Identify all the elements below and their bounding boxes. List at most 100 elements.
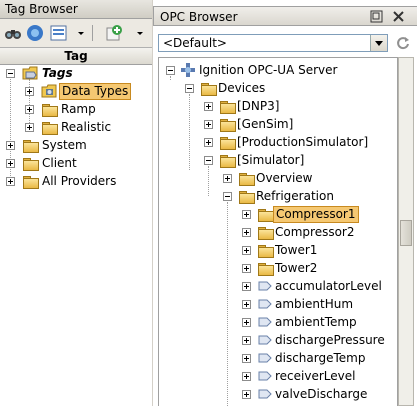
opc-browser-titlebar: OPC Browser (153, 6, 417, 26)
opc-tree-label: Ignition OPC-UA Server (199, 63, 338, 77)
opc-tree-label: Devices (218, 81, 266, 95)
expand-icon[interactable] (242, 372, 251, 381)
opc-tree-item-dnp3[interactable]: [DNP3] (159, 98, 397, 116)
opc-tree-item-dischargepressure[interactable]: dischargePressure (159, 332, 397, 350)
folder-icon (220, 101, 236, 114)
expand-icon[interactable] (25, 105, 34, 114)
tag-browser-titlebar: Tag Browser (0, 0, 152, 19)
folder-icon (42, 104, 58, 117)
tag-browser-toolbar (0, 19, 152, 48)
tag-browser-panel: Tag Browser Tag Tags Data Types Ramp Rea… (0, 0, 153, 406)
opc-tree-item-gensim[interactable]: [GenSim] (159, 116, 397, 134)
opc-tree-item-dischargetemp[interactable]: dischargeTemp (159, 350, 397, 368)
opc-tree-label: valveDischarge (275, 387, 368, 401)
chevron-down-icon[interactable] (76, 23, 86, 43)
opc-tree-item-compressor2[interactable]: Compressor2 (159, 224, 397, 242)
server-select[interactable]: <Default> (158, 34, 388, 52)
tag-icon (258, 353, 272, 363)
expand-icon[interactable] (25, 87, 34, 96)
folder-icon (23, 140, 39, 153)
tag-tree-label: Tags (42, 66, 73, 80)
expand-icon[interactable] (242, 210, 251, 219)
opc-tree-label: Refrigeration (256, 189, 334, 203)
close-icon[interactable] (392, 10, 405, 23)
collapse-icon[interactable] (185, 84, 194, 93)
expand-icon[interactable] (242, 354, 251, 363)
expand-icon[interactable] (242, 264, 251, 273)
tag-tree-item-system[interactable]: System (0, 137, 152, 155)
opc-tree-item-compressor1[interactable]: Compressor1 (159, 206, 397, 224)
tag-tree: Tags Data Types Ramp Realistic System Cl… (0, 65, 152, 406)
folder-icon (23, 176, 39, 189)
expand-icon[interactable] (25, 123, 34, 132)
collapse-icon[interactable] (6, 69, 15, 78)
opc-tree-item-accumulatorlevel[interactable]: accumulatorLevel (159, 278, 397, 296)
collapse-icon[interactable] (204, 156, 213, 165)
tag-browser-title: Tag Browser (5, 2, 78, 16)
tag-icon (258, 335, 272, 345)
scrollbar-thumb[interactable] (400, 220, 412, 246)
opc-tree-item-ambienttemp[interactable]: ambientTemp (159, 314, 397, 332)
opc-tree-item-receiverlevel[interactable]: receiverLevel (159, 368, 397, 386)
collapse-icon[interactable] (166, 66, 175, 75)
tag-tree-label: Realistic (61, 120, 112, 134)
opc-tree-label: Compressor2 (275, 225, 355, 239)
tag-tree-label: Client (42, 156, 77, 170)
opc-tree-item-refrigeration[interactable]: Refrigeration (159, 188, 397, 206)
server-icon (181, 63, 195, 77)
dropdown-button[interactable] (370, 35, 387, 51)
tag-tree-item-ramp[interactable]: Ramp (0, 101, 152, 119)
expand-icon[interactable] (204, 120, 213, 129)
tag-column-header[interactable]: Tag (0, 48, 152, 65)
opc-tree-scrollbar[interactable] (398, 57, 414, 406)
expand-icon[interactable] (6, 141, 15, 150)
tag-tree-item-tags[interactable]: Tags (0, 65, 152, 83)
opc-tree-label: Tower2 (275, 261, 318, 275)
binoculars-icon[interactable] (3, 23, 23, 43)
opc-tree-item-simulator[interactable]: [Simulator] (159, 152, 397, 170)
tag-tree-item-all-providers[interactable]: All Providers (0, 173, 152, 191)
folder-open-icon (220, 155, 236, 168)
expand-icon[interactable] (242, 228, 251, 237)
add-tag-icon[interactable] (104, 23, 124, 43)
tag-icon (258, 317, 272, 327)
expand-icon[interactable] (242, 318, 251, 327)
chevron-down-icon[interactable] (135, 23, 145, 43)
refresh-tags-icon[interactable] (25, 23, 45, 43)
refresh-icon[interactable] (395, 35, 411, 51)
folder-icon (239, 173, 255, 186)
edit-tag-icon[interactable] (49, 23, 69, 43)
expand-icon[interactable] (204, 102, 213, 111)
expand-icon[interactable] (242, 282, 251, 291)
opc-tree-label: accumulatorLevel (275, 279, 382, 293)
opc-tree-item-tower2[interactable]: Tower2 (159, 260, 397, 278)
expand-icon[interactable] (204, 138, 213, 147)
expand-icon[interactable] (242, 246, 251, 255)
tag-tree-label: All Providers (42, 174, 117, 188)
opc-tree-label: dischargePressure (275, 333, 385, 347)
opc-tree-label: Compressor1 (273, 206, 359, 223)
opc-tree-item-devices[interactable]: Devices (159, 80, 397, 98)
opc-browser-panel: OPC Browser <Default> Ignition OPC-UA Se… (152, 0, 417, 406)
folder-open-icon (201, 83, 217, 96)
expand-icon[interactable] (242, 300, 251, 309)
expand-icon[interactable] (242, 336, 251, 345)
opc-tree-item-productionsimulator[interactable]: [ProductionSimulator] (159, 134, 397, 152)
opc-browser-title: OPC Browser (160, 10, 238, 24)
collapse-icon[interactable] (223, 192, 232, 201)
opc-tree-item-ambienthum[interactable]: ambientHum (159, 296, 397, 314)
expand-icon[interactable] (242, 390, 251, 399)
folder-icon (42, 122, 58, 135)
restore-icon[interactable] (370, 10, 383, 23)
tag-tree-item-client[interactable]: Client (0, 155, 152, 173)
opc-tree-item-server[interactable]: Ignition OPC-UA Server (159, 62, 397, 80)
expand-icon[interactable] (6, 177, 15, 186)
opc-tree-item-valvedischarge[interactable]: valveDischarge (159, 386, 397, 404)
expand-icon[interactable] (6, 159, 15, 168)
tag-tree-item-data-types[interactable]: Data Types (0, 83, 152, 101)
opc-tree: Ignition OPC-UA Server Devices [DNP3] [G… (158, 57, 398, 406)
expand-icon[interactable] (223, 174, 232, 183)
opc-tree-item-overview[interactable]: Overview (159, 170, 397, 188)
opc-tree-item-tower1[interactable]: Tower1 (159, 242, 397, 260)
tag-tree-item-realistic[interactable]: Realistic (0, 119, 152, 137)
